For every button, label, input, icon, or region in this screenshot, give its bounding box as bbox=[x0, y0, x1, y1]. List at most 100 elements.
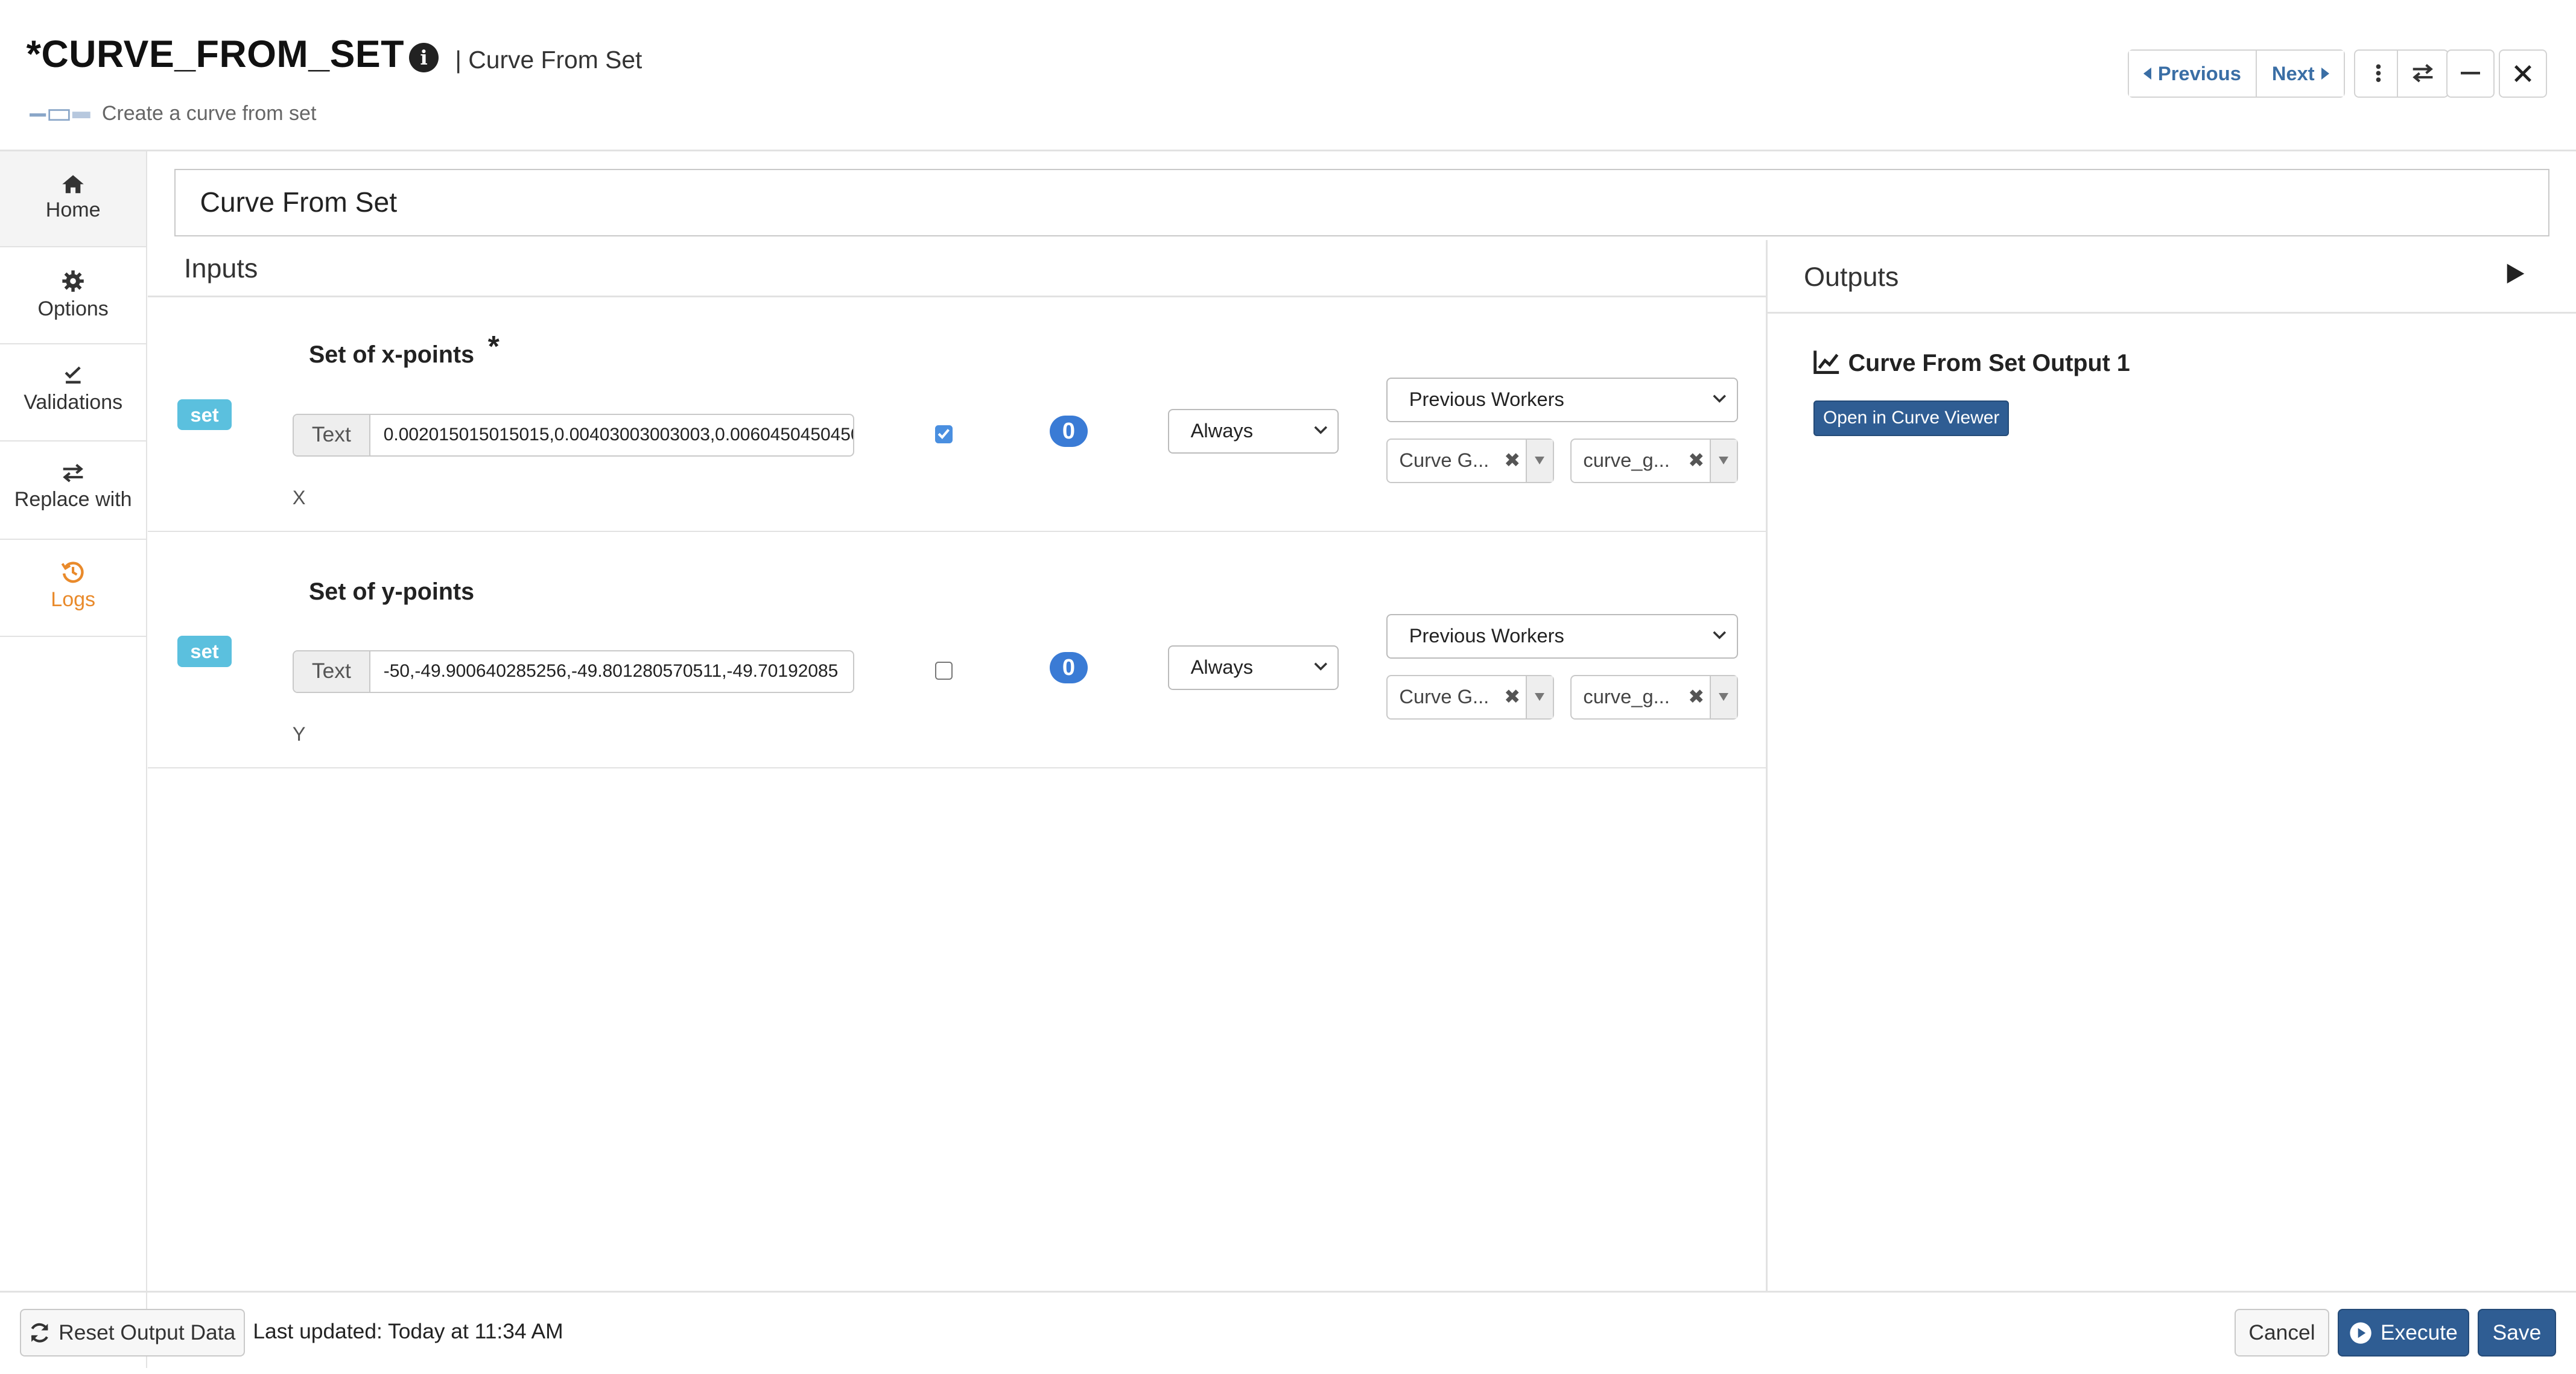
footer-divider bbox=[0, 1291, 2576, 1293]
close-button[interactable] bbox=[2498, 49, 2548, 98]
mode-select-value: Always bbox=[1190, 419, 1254, 442]
sidebar-item-label: Options bbox=[37, 297, 109, 320]
type-badge: set bbox=[177, 399, 232, 431]
sidebar-item-options[interactable]: Options bbox=[0, 248, 147, 345]
exchange-icon bbox=[2413, 64, 2433, 83]
execute-button[interactable]: Execute bbox=[2338, 1309, 2469, 1357]
x-points-input[interactable]: Text 0.002015015015015,0.00403003003003,… bbox=[292, 414, 855, 457]
next-label: Next bbox=[2271, 62, 2315, 84]
mode-select[interactable]: Always bbox=[1168, 645, 1339, 690]
clear-icon[interactable]: ✖ bbox=[1499, 676, 1526, 718]
divider bbox=[1768, 312, 2576, 314]
output-select[interactable]: curve_g... ✖ bbox=[1570, 438, 1739, 483]
divider bbox=[148, 296, 1766, 297]
worker-name-input[interactable]: Curve From Set bbox=[174, 169, 2550, 237]
caret-down-icon bbox=[1535, 457, 1545, 464]
source-select-value: Previous Workers bbox=[1409, 388, 1564, 411]
sidebar-item-label: Validations bbox=[24, 391, 123, 414]
param-sublabel: X bbox=[292, 486, 306, 509]
clear-icon[interactable]: ✖ bbox=[1683, 440, 1710, 482]
sidebar-item-home[interactable]: Home bbox=[0, 151, 147, 248]
history-icon bbox=[62, 562, 84, 583]
previous-button[interactable]: Previous bbox=[2128, 50, 2256, 97]
input-value[interactable]: -50,-49.900640285256,-49.801280570511,-4… bbox=[370, 651, 853, 692]
play-icon[interactable] bbox=[2505, 263, 2525, 284]
source-select-value: Previous Workers bbox=[1409, 624, 1564, 647]
worker-select-value: Curve G... bbox=[1399, 685, 1489, 708]
header-divider bbox=[0, 149, 2576, 151]
required-marker: * bbox=[487, 331, 500, 364]
divider bbox=[148, 530, 1766, 533]
save-button[interactable]: Save bbox=[2477, 1309, 2557, 1357]
param-checkbox[interactable] bbox=[934, 662, 953, 680]
reset-output-label: Reset Output Data bbox=[59, 1320, 236, 1345]
checkmark-icon bbox=[937, 429, 950, 440]
open-curve-viewer-button[interactable]: Open in Curve Viewer bbox=[1813, 400, 2009, 436]
prev-next-group: Previous Next bbox=[2127, 49, 2346, 98]
sidebar-item-label: Logs bbox=[51, 587, 96, 611]
source-select[interactable]: Previous Workers bbox=[1386, 378, 1739, 422]
close-icon bbox=[2514, 65, 2532, 82]
clear-icon[interactable]: ✖ bbox=[1499, 440, 1526, 482]
dropdown-toggle[interactable] bbox=[1525, 440, 1553, 482]
exchange-icon bbox=[63, 464, 83, 483]
app-logo bbox=[30, 109, 90, 121]
home-icon bbox=[62, 175, 84, 193]
clear-icon[interactable]: ✖ bbox=[1683, 676, 1710, 718]
previous-label: Previous bbox=[2157, 62, 2241, 84]
caret-left-icon bbox=[2143, 67, 2152, 80]
output-select-value: curve_g... bbox=[1583, 685, 1670, 708]
caret-down-icon bbox=[1719, 457, 1729, 464]
refresh-icon bbox=[31, 1323, 48, 1343]
line-chart-icon bbox=[1813, 350, 1839, 375]
more-options-button[interactable] bbox=[2354, 49, 2403, 98]
output-select-value: curve_g... bbox=[1583, 449, 1670, 472]
dropdown-toggle[interactable] bbox=[1525, 676, 1553, 718]
cancel-button[interactable]: Cancel bbox=[2234, 1309, 2330, 1357]
panel-divider bbox=[1766, 239, 1768, 1291]
dropdown-toggle[interactable] bbox=[1709, 676, 1737, 718]
sidebar: Home Options Validations Replace with Lo… bbox=[0, 151, 148, 1369]
page-description: Create a curve from set bbox=[101, 101, 317, 125]
sidebar-item-validations[interactable]: Validations bbox=[0, 345, 147, 442]
output-select[interactable]: curve_g... ✖ bbox=[1570, 675, 1739, 720]
minimize-button[interactable] bbox=[2446, 49, 2495, 98]
check-list-icon bbox=[65, 366, 81, 384]
caret-down-icon bbox=[1535, 693, 1545, 701]
minimize-icon bbox=[2460, 72, 2481, 75]
kebab-menu-icon bbox=[2376, 65, 2381, 83]
swap-button[interactable] bbox=[2397, 49, 2449, 98]
dropdown-toggle[interactable] bbox=[1709, 440, 1737, 482]
param-checkbox[interactable] bbox=[934, 425, 953, 444]
execute-label: Execute bbox=[2380, 1320, 2458, 1345]
sidebar-item-replace[interactable]: Replace with bbox=[0, 442, 147, 540]
outputs-heading: Outputs bbox=[1804, 261, 1899, 292]
divider bbox=[148, 767, 1766, 769]
source-select[interactable]: Previous Workers bbox=[1386, 614, 1739, 659]
sidebar-item-label: Home bbox=[45, 198, 101, 222]
worker-select[interactable]: Curve G... ✖ bbox=[1386, 675, 1555, 720]
mode-select[interactable]: Always bbox=[1168, 409, 1339, 454]
input-type-addon: Text bbox=[293, 415, 370, 456]
param-sublabel: Y bbox=[292, 723, 306, 746]
next-button[interactable]: Next bbox=[2256, 50, 2344, 97]
info-icon[interactable]: i bbox=[409, 42, 439, 72]
output-title: Curve From Set Output 1 bbox=[1848, 350, 2130, 377]
gear-icon bbox=[62, 270, 84, 292]
count-badge: 0 bbox=[1050, 415, 1088, 447]
input-value[interactable]: 0.002015015015015,0.00403003003003,0.006… bbox=[370, 415, 853, 455]
mode-select-value: Always bbox=[1190, 656, 1254, 679]
caret-right-icon bbox=[2321, 67, 2329, 80]
y-points-input[interactable]: Text -50,-49.900640285256,-49.8012805705… bbox=[292, 650, 855, 694]
sidebar-item-label: Replace with bbox=[14, 487, 132, 511]
chevron-down-icon bbox=[1713, 394, 1727, 403]
param-title: Set of x-points bbox=[308, 341, 475, 369]
reset-output-button[interactable]: Reset Output Data bbox=[19, 1309, 245, 1357]
chevron-down-icon bbox=[1314, 426, 1327, 434]
chevron-down-icon bbox=[1713, 631, 1727, 639]
count-badge: 0 bbox=[1050, 652, 1088, 683]
sidebar-item-logs[interactable]: Logs bbox=[0, 540, 147, 637]
worker-select[interactable]: Curve G... ✖ bbox=[1386, 438, 1555, 483]
input-type-addon: Text bbox=[293, 651, 370, 692]
worker-select-value: Curve G... bbox=[1399, 449, 1489, 472]
